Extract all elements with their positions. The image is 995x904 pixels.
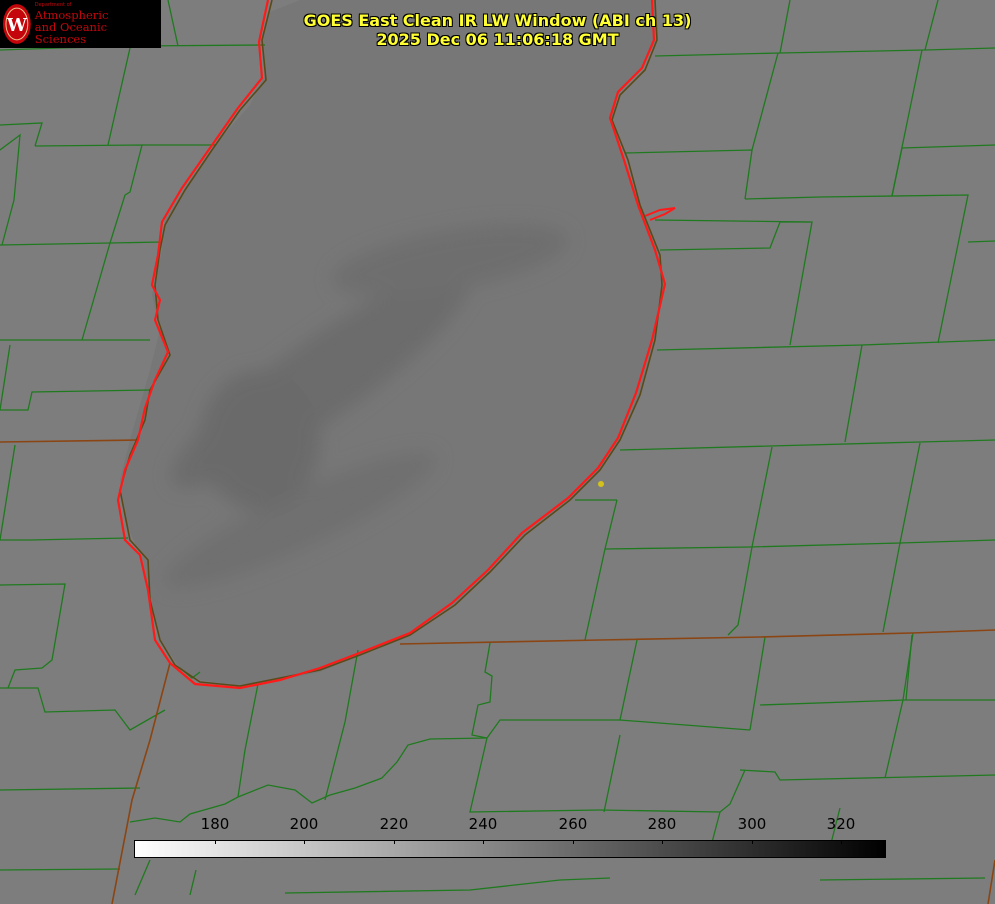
logo-line-2: and Oceanic Sciences [34, 19, 108, 46]
colorbar-tick-label: 300 [737, 815, 767, 833]
colorbar-tickmark [573, 840, 574, 844]
colorbar-tick-label: 220 [379, 815, 409, 833]
colorbar-tick-label: 200 [289, 815, 319, 833]
colorbar-tickmark [841, 840, 842, 844]
colorbar-tick-label: 240 [468, 815, 498, 833]
colorbar-tickmark [752, 840, 753, 844]
logo-line-1: Atmospheric [34, 7, 109, 22]
colorbar-tick-label: 280 [647, 815, 677, 833]
colorbar-tickmark [483, 840, 484, 844]
colorbar-tickmark [662, 840, 663, 844]
location-marker [598, 481, 604, 487]
colorbar-tickmark [304, 840, 305, 844]
colorbar-tick-label: 320 [826, 815, 856, 833]
colorbar-tickmark [215, 840, 216, 844]
logo-text: Department of Atmospheric and Oceanic Sc… [34, 3, 161, 46]
satellite-map [0, 0, 995, 904]
crest-icon: W [2, 4, 31, 44]
uw-aos-logo: W Department of Atmospheric and Oceanic … [0, 0, 161, 48]
crest-letter: W [6, 15, 28, 36]
colorbar-tick-label: 180 [200, 815, 230, 833]
temperature-colorbar [134, 840, 886, 858]
colorbar-tickmark [394, 840, 395, 844]
colorbar-tick-label: 260 [558, 815, 588, 833]
